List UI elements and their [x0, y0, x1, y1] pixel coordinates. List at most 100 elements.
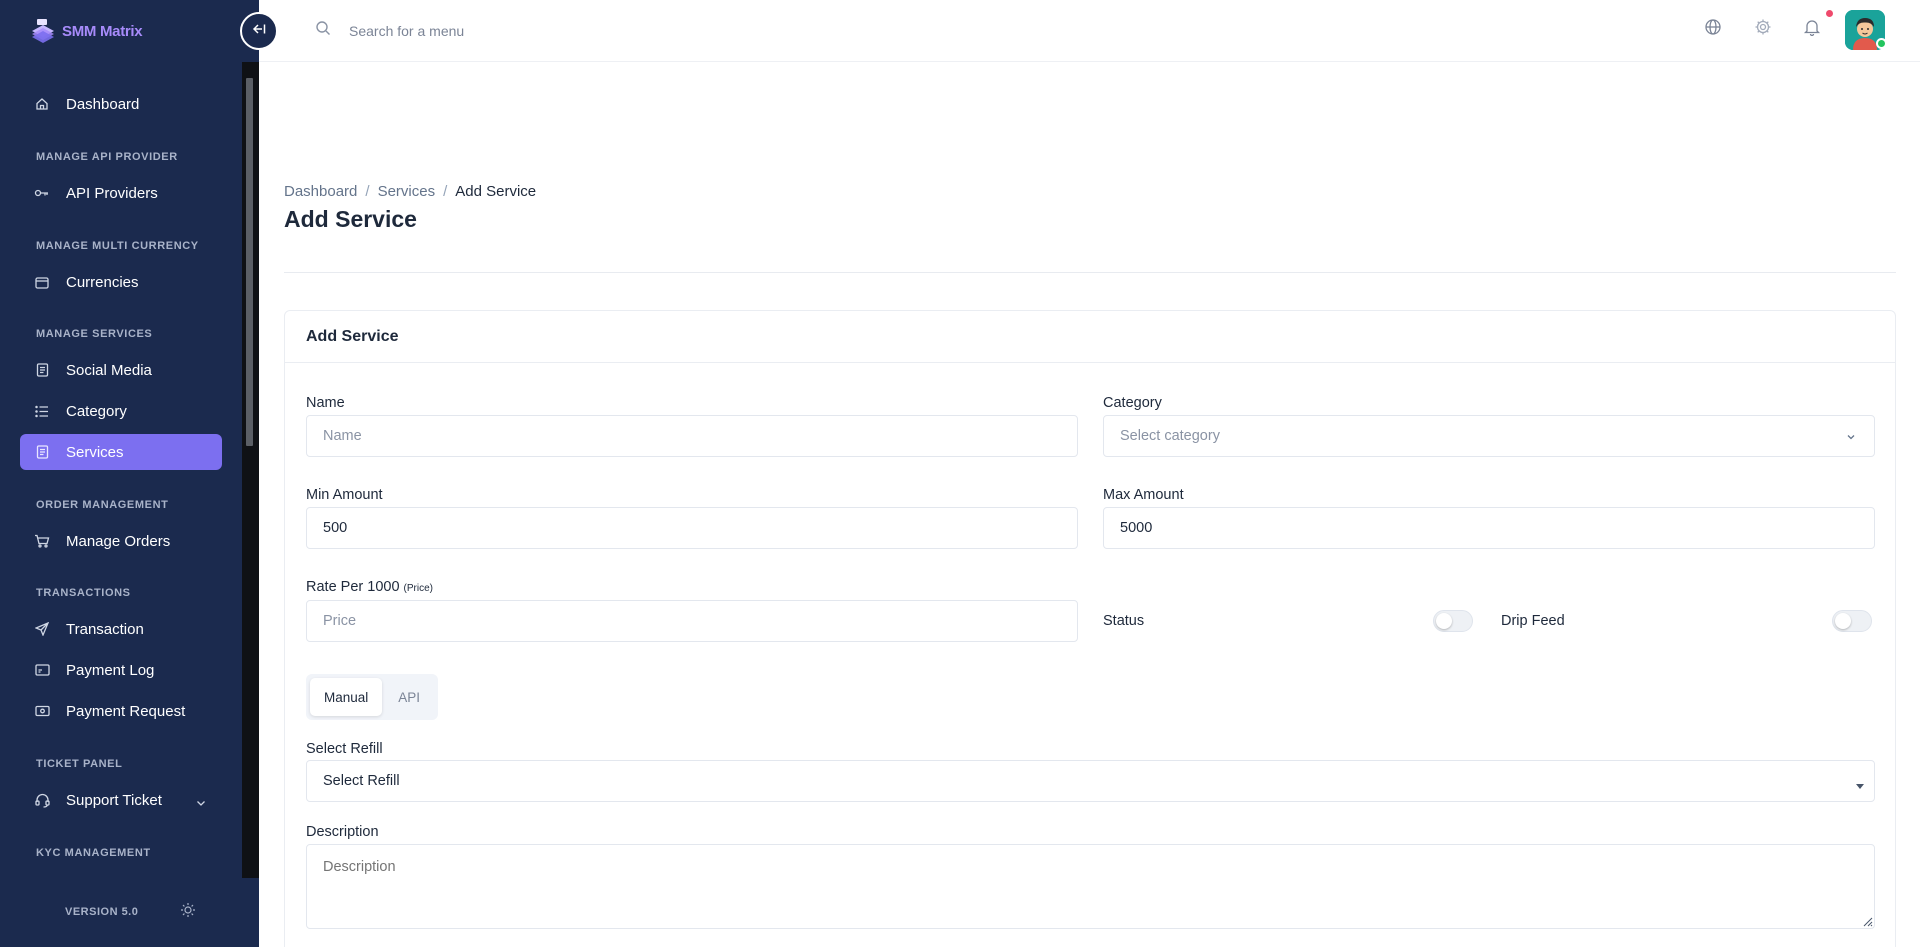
sidebar-item-transaction[interactable]: Transaction: [20, 611, 222, 647]
refill-label: Select Refill: [306, 741, 383, 757]
sidebar-item-label: Social Media: [66, 361, 152, 379]
toggle-knob: [1835, 613, 1851, 629]
description-label: Description: [306, 824, 379, 840]
sidebar-item-label: Category: [66, 402, 127, 420]
status-toggle[interactable]: [1433, 610, 1473, 632]
sidebar-item-manage-orders[interactable]: Manage Orders: [20, 523, 222, 559]
key-icon: [34, 185, 50, 201]
breadcrumb-services[interactable]: Services: [378, 183, 436, 200]
brand-logo-icon: [28, 17, 58, 45]
name-label: Name: [306, 395, 345, 411]
cash-icon: [34, 703, 50, 719]
collapse-arrow-icon: [252, 22, 266, 40]
globe-icon[interactable]: [1704, 18, 1722, 41]
sidebar-item-api-providers[interactable]: API Providers: [20, 175, 222, 211]
document-icon: [34, 444, 50, 460]
drip-feed-toggle[interactable]: [1832, 610, 1872, 632]
top-bar: [259, 0, 1920, 62]
resize-grip-icon[interactable]: [1861, 914, 1891, 947]
section-transactions: TRANSACTIONS: [36, 587, 131, 599]
card-icon: [34, 662, 50, 678]
tab-api[interactable]: API: [384, 678, 434, 716]
sidebar-footer: VERSION 5.0: [0, 878, 259, 947]
sidebar-item-dashboard[interactable]: Dashboard: [20, 86, 222, 122]
notification-dot: [1826, 10, 1833, 17]
breadcrumb-separator: /: [443, 183, 448, 200]
home-icon: [34, 96, 50, 112]
category-select[interactable]: Select category: [1103, 415, 1875, 457]
sidebar-item-label: Payment Log: [66, 661, 155, 679]
document-icon: [34, 362, 50, 378]
sidebar-item-label: Dashboard: [66, 95, 140, 113]
cart-icon: [34, 533, 50, 549]
tab-manual[interactable]: Manual: [310, 678, 383, 716]
sidebar-item-payment-log[interactable]: Payment Log: [20, 652, 222, 688]
divider: [284, 272, 1896, 273]
page-title: Add Service: [284, 206, 417, 232]
min-amount-label: Min Amount: [306, 487, 383, 503]
refill-select-value: Select Refill: [323, 773, 400, 789]
chevron-down-icon: [1846, 430, 1856, 446]
wallet-icon: [34, 274, 50, 290]
status-label: Status: [1103, 613, 1145, 629]
max-amount-label: Max Amount: [1103, 487, 1184, 503]
sidebar-item-label: Services: [66, 443, 124, 461]
refill-select[interactable]: Select Refill: [306, 760, 1875, 802]
rate-label-text: Rate Per 1000: [306, 579, 400, 595]
bell-icon[interactable]: [1803, 18, 1821, 41]
sidebar-scrollbar-thumb[interactable]: [246, 78, 253, 446]
name-input[interactable]: Name: [306, 415, 1078, 457]
mode-tabs: Manual API: [306, 674, 439, 720]
section-ticket-panel: TICKET PANEL: [36, 758, 123, 770]
description-textarea[interactable]: [306, 844, 1875, 929]
toggle-knob: [1436, 613, 1452, 629]
search-bar[interactable]: [315, 20, 649, 41]
add-service-card: Add Service Name Name Category Select ca…: [284, 310, 1896, 947]
sidebar-item-services[interactable]: Services: [20, 434, 222, 470]
sidebar-collapse-button[interactable]: [240, 12, 278, 50]
list-icon: [34, 403, 50, 419]
search-icon: [315, 20, 331, 41]
settings-icon[interactable]: [1754, 18, 1772, 41]
headset-icon: [34, 792, 50, 808]
drip-feed-label: Drip Feed: [1501, 613, 1565, 629]
sidebar-item-label: Currencies: [66, 273, 139, 291]
brand-name: SMM Matrix: [62, 22, 143, 40]
sidebar-item-label: API Providers: [66, 184, 158, 202]
chevron-down-icon[interactable]: [196, 794, 206, 811]
send-icon: [34, 621, 50, 637]
min-amount-input[interactable]: 500: [306, 507, 1078, 549]
card-title: Add Service: [285, 311, 1895, 363]
category-label: Category: [1103, 395, 1162, 411]
sidebar-item-social-media[interactable]: Social Media: [20, 352, 222, 388]
section-manage-api-provider: MANAGE API PROVIDER: [36, 151, 178, 163]
category-select-value: Select category: [1120, 428, 1220, 444]
breadcrumb-separator: /: [365, 183, 370, 200]
section-manage-multi-currency: MANAGE MULTI CURRENCY: [36, 240, 199, 252]
section-manage-services: MANAGE SERVICES: [36, 328, 153, 340]
sidebar-item-category[interactable]: Category: [20, 393, 222, 429]
sidebar-item-label: Support Ticket: [66, 791, 162, 809]
sidebar-item-payment-request[interactable]: Payment Request: [20, 693, 222, 729]
sidebar-item-label: Manage Orders: [66, 532, 171, 550]
sun-icon[interactable]: [180, 902, 196, 923]
max-amount-input[interactable]: 5000: [1103, 507, 1875, 549]
rate-label: Rate Per 1000 (Price): [306, 579, 433, 595]
breadcrumb: Dashboard / Services / Add Service: [284, 183, 536, 200]
section-kyc-management: KYC MANAGEMENT: [36, 847, 151, 859]
section-order-management: ORDER MANAGEMENT: [36, 499, 169, 511]
online-status-indicator: [1876, 38, 1887, 49]
breadcrumb-current: Add Service: [455, 183, 537, 200]
caret-down-icon: [1856, 778, 1864, 794]
sidebar: SMM Matrix Dashboard MANAGE API PROVIDER…: [0, 0, 259, 947]
price-input[interactable]: Price: [306, 600, 1078, 642]
sidebar-item-label: Payment Request: [66, 702, 186, 720]
sidebar-item-currencies[interactable]: Currencies: [20, 264, 222, 300]
breadcrumb-dashboard[interactable]: Dashboard: [284, 183, 357, 200]
rate-label-hint: (Price): [403, 583, 433, 594]
search-input[interactable]: [349, 22, 649, 39]
brand[interactable]: SMM Matrix: [28, 16, 143, 46]
sidebar-item-support-ticket[interactable]: Support Ticket: [20, 782, 222, 818]
version-label: VERSION 5.0: [65, 906, 139, 918]
sidebar-item-label: Transaction: [66, 620, 144, 638]
